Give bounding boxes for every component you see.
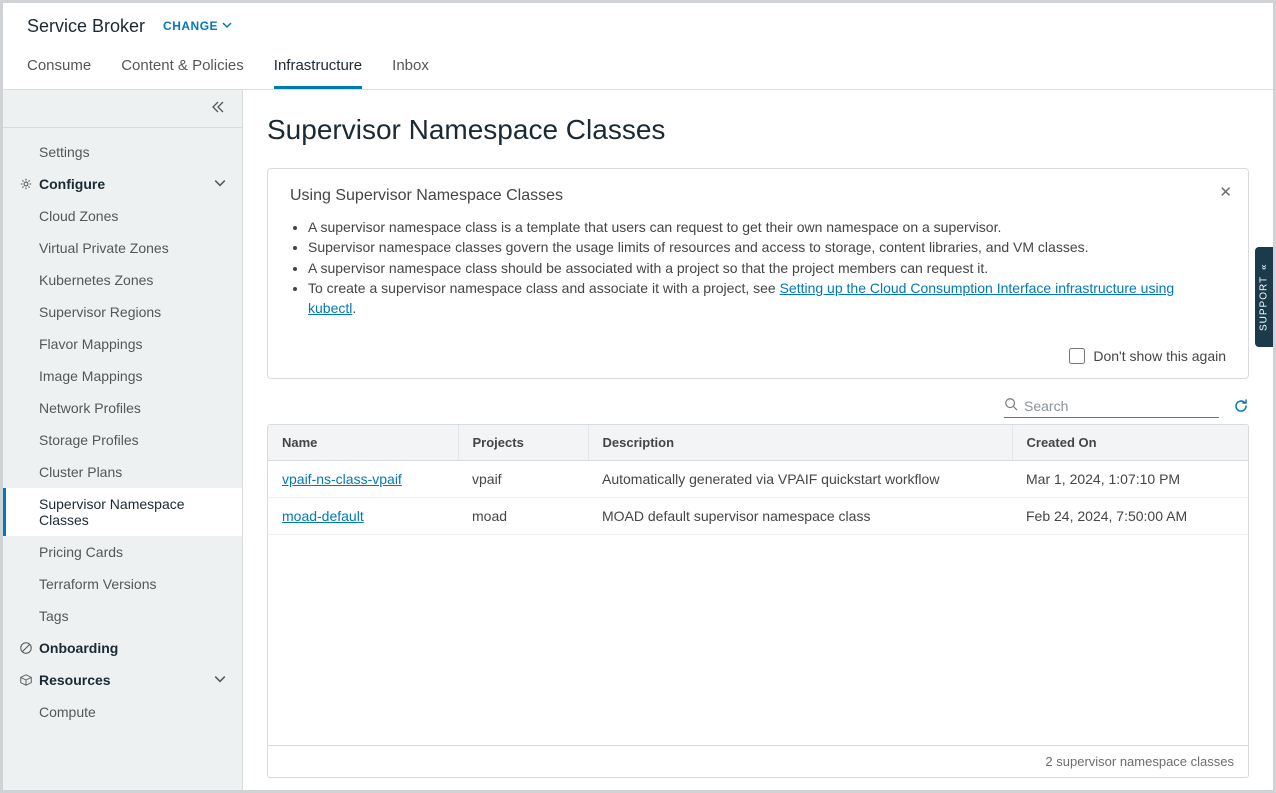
tab-consume[interactable]: Consume [27, 47, 91, 89]
sidebar-item-virtual-private-zones[interactable]: Virtual Private Zones [3, 232, 242, 264]
info-bullet: To create a supervisor namespace class a… [308, 278, 1226, 319]
close-icon[interactable]: ✕ [1219, 183, 1232, 201]
support-tab[interactable]: SUPPORT « [1255, 247, 1273, 347]
sidebar-item-storage-profiles[interactable]: Storage Profiles [3, 424, 242, 456]
chevron-down-icon [222, 19, 232, 33]
search-wrap [1004, 397, 1219, 418]
col-name[interactable]: Name [268, 425, 458, 461]
sidebar-section-onboarding[interactable]: Onboarding [3, 632, 242, 664]
table-wrap: Name Projects Description Created On vpa… [267, 424, 1249, 778]
sidebar-item-supervisor-regions[interactable]: Supervisor Regions [3, 296, 242, 328]
info-bullet: A supervisor namespace class is a templa… [308, 217, 1226, 237]
row-name-link[interactable]: moad-default [282, 508, 364, 524]
cube-icon [19, 673, 33, 687]
sidebar-section-resources[interactable]: Resources [3, 664, 242, 696]
sidebar-item-flavor-mappings[interactable]: Flavor Mappings [3, 328, 242, 360]
change-label: CHANGE [163, 19, 218, 33]
page-title: Supervisor Namespace Classes [267, 114, 1249, 146]
main-tabs: Consume Content & Policies Infrastructur… [3, 47, 1273, 90]
search-icon [1004, 397, 1024, 414]
col-description[interactable]: Description [588, 425, 1012, 461]
chevron-down-icon [214, 672, 226, 688]
col-created-on[interactable]: Created On [1012, 425, 1248, 461]
sidebar-section-label: Resources [39, 672, 111, 688]
info-bullet: A supervisor namespace class should be a… [308, 258, 1226, 278]
change-app-link[interactable]: CHANGE [163, 19, 232, 33]
sidebar-item-cluster-plans[interactable]: Cluster Plans [3, 456, 242, 488]
table-header-row: Name Projects Description Created On [268, 425, 1248, 461]
col-projects[interactable]: Projects [458, 425, 588, 461]
sidebar-item-cloud-zones[interactable]: Cloud Zones [3, 200, 242, 232]
sidebar-item-tags[interactable]: Tags [3, 600, 242, 632]
double-chevron-left-icon: « [1259, 263, 1270, 270]
disable-icon [19, 641, 33, 655]
sidebar-item-network-profiles[interactable]: Network Profiles [3, 392, 242, 424]
table-row: moad-default moad MOAD default superviso… [268, 498, 1248, 535]
sidebar-item-settings[interactable]: Settings [3, 136, 242, 168]
sidebar: Settings Configure Cloud Zones Virtual P… [3, 90, 243, 790]
table-row: vpaif-ns-class-vpaif vpaif Automatically… [268, 461, 1248, 498]
sidebar-item-image-mappings[interactable]: Image Mappings [3, 360, 242, 392]
info-card-title: Using Supervisor Namespace Classes [290, 187, 1226, 205]
info-card-bullets: A supervisor namespace class is a templa… [290, 217, 1226, 318]
row-projects: vpaif [458, 461, 588, 498]
double-chevron-left-icon [210, 99, 226, 118]
info-bullet: Supervisor namespace classes govern the … [308, 237, 1226, 257]
dont-show-label: Don't show this again [1093, 348, 1226, 364]
tab-infrastructure[interactable]: Infrastructure [274, 47, 362, 89]
info-bullet-prefix: To create a supervisor namespace class a… [308, 280, 780, 296]
info-bullet-suffix: . [352, 300, 356, 316]
table-footer: 2 supervisor namespace classes [268, 745, 1248, 777]
sidebar-item-pricing-cards[interactable]: Pricing Cards [3, 536, 242, 568]
row-projects: moad [458, 498, 588, 535]
sidebar-collapse[interactable] [3, 90, 242, 128]
tab-inbox[interactable]: Inbox [392, 47, 429, 89]
chevron-down-icon [214, 176, 226, 192]
app-title: Service Broker [27, 16, 145, 37]
row-name-link[interactable]: vpaif-ns-class-vpaif [282, 471, 402, 487]
sidebar-item-supervisor-namespace-classes[interactable]: Supervisor Namespace Classes [3, 488, 242, 536]
search-input[interactable] [1024, 398, 1219, 414]
sidebar-section-configure[interactable]: Configure [3, 168, 242, 200]
sidebar-section-label: Onboarding [39, 640, 118, 656]
support-label: SUPPORT [1259, 276, 1270, 331]
row-created: Feb 24, 2024, 7:50:00 AM [1012, 498, 1248, 535]
row-description: MOAD default supervisor namespace class [588, 498, 1012, 535]
refresh-icon [1233, 401, 1249, 417]
sidebar-section-label: Configure [39, 176, 105, 192]
sidebar-item-terraform-versions[interactable]: Terraform Versions [3, 568, 242, 600]
tab-content-policies[interactable]: Content & Policies [121, 47, 244, 89]
refresh-button[interactable] [1233, 398, 1249, 417]
gear-icon [19, 177, 33, 191]
row-created: Mar 1, 2024, 1:07:10 PM [1012, 461, 1248, 498]
sidebar-item-kubernetes-zones[interactable]: Kubernetes Zones [3, 264, 242, 296]
info-card: ✕ Using Supervisor Namespace Classes A s… [267, 168, 1249, 379]
sidebar-item-compute[interactable]: Compute [3, 696, 242, 728]
dont-show-checkbox[interactable] [1069, 348, 1085, 364]
row-description: Automatically generated via VPAIF quicks… [588, 461, 1012, 498]
